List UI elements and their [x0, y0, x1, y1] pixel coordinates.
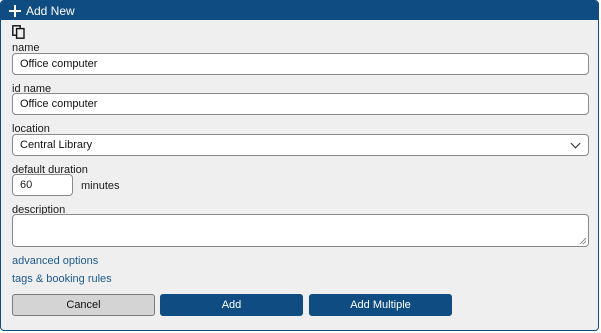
dialog-titlebar: Add New — [1, 1, 598, 20]
location-value: Central Library — [20, 139, 93, 151]
name-field[interactable]: Office computer — [12, 53, 589, 75]
description-textarea[interactable] — [12, 214, 589, 247]
chevron-down-icon — [570, 138, 581, 149]
default-duration-field[interactable]: 60 — [12, 174, 73, 196]
id-name-field[interactable]: Office computer — [12, 93, 589, 115]
tags-booking-rules-link[interactable]: tags & booking rules — [12, 273, 112, 285]
add-button[interactable]: Add — [160, 294, 303, 316]
resize-grip-icon[interactable] — [580, 238, 586, 244]
plus-icon — [9, 4, 21, 17]
id-name-value: Office computer — [20, 98, 98, 110]
advanced-options-link[interactable]: advanced options — [12, 255, 98, 267]
default-duration-value: 60 — [20, 179, 33, 191]
duration-unit-label: minutes — [81, 180, 120, 192]
add-new-dialog: Add New name Office computer id name Off… — [0, 0, 599, 331]
dialog-title: Add New — [26, 3, 75, 18]
name-value: Office computer — [20, 58, 98, 70]
cancel-button[interactable]: Cancel — [12, 294, 155, 316]
copy-icon[interactable] — [12, 25, 25, 39]
add-multiple-button[interactable]: Add Multiple — [309, 294, 452, 316]
location-select[interactable]: Central Library — [12, 134, 589, 156]
